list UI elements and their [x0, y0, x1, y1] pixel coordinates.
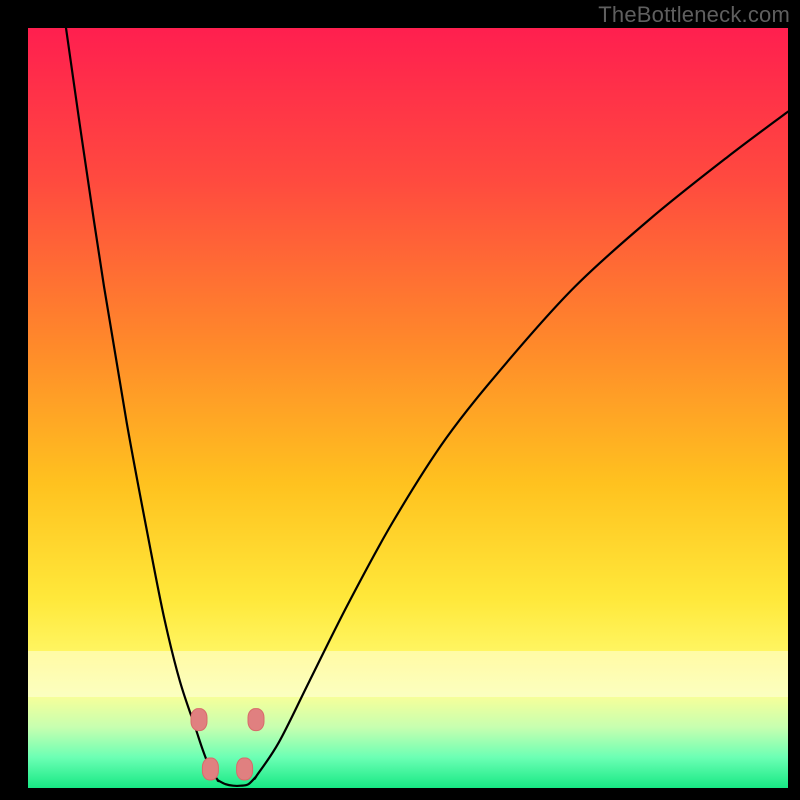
left-lower-marker [202, 758, 218, 780]
valley-markers [28, 28, 788, 788]
right-upper-marker [248, 709, 264, 731]
frame: TheBottleneck.com [0, 0, 800, 800]
plot-area [28, 28, 788, 788]
watermark-text: TheBottleneck.com [598, 2, 790, 28]
right-lower-marker [237, 758, 253, 780]
left-upper-marker [191, 709, 207, 731]
